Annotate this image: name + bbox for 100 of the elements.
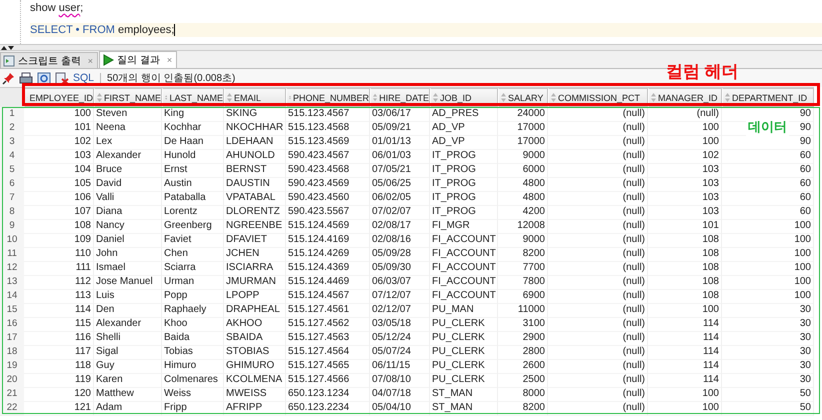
collapse-arrows-icon[interactable]: [1, 45, 15, 50]
table-cell: Alexander: [94, 317, 162, 332]
table-cell: JCHEN: [224, 247, 286, 262]
panel-tab[interactable]: 질의 결과 ×: [99, 51, 178, 68]
table-cell: (null): [548, 359, 648, 374]
table-cell: 02/12/07: [370, 303, 430, 318]
table-cell: 515.127.4561: [286, 303, 370, 318]
table-cell: 03/05/18: [370, 317, 430, 332]
table-cell: 30: [722, 373, 814, 388]
table-cell: Shelli: [94, 331, 162, 346]
table-cell: (null): [548, 219, 648, 234]
sort-icon: [373, 93, 378, 102]
column-label: JOB_ID: [440, 92, 472, 102]
pin-icon[interactable]: [2, 72, 15, 84]
tab-label: 질의 결과: [117, 54, 160, 67]
table-cell: 07/05/21: [370, 163, 430, 178]
table-cell: 118: [24, 359, 94, 374]
column-label: SALARY: [508, 92, 544, 102]
table-cell: PU_CLERK: [430, 345, 498, 360]
table-cell: 100: [648, 135, 722, 150]
table-cell: 60: [722, 163, 814, 178]
table-cell: 104: [24, 163, 94, 178]
column-label: HIRE_DATE: [379, 92, 429, 102]
table-cell: DLORENTZ: [224, 205, 286, 220]
table-cell: Lorentz: [162, 205, 224, 220]
table-cell: 2500: [498, 373, 548, 388]
table-cell: 04/07/18: [370, 387, 430, 402]
table-cell: Weiss: [162, 387, 224, 402]
table-cell: 107: [24, 205, 94, 220]
table-cell: Sciarra: [162, 261, 224, 276]
table-cell: 590.423.5567: [286, 205, 370, 220]
sort-icon: [227, 93, 232, 102]
close-icon[interactable]: ×: [166, 55, 172, 65]
table-cell: 108: [648, 289, 722, 304]
code-text: ;: [80, 1, 84, 15]
script-icon: [3, 54, 15, 66]
table-cell: Guy: [94, 359, 162, 374]
table-cell: AD_VP: [430, 135, 498, 150]
table-cell: Austin: [162, 177, 224, 192]
table-cell: FI_ACCOUNT: [430, 247, 498, 262]
table-cell: 515.127.4566: [286, 373, 370, 388]
table-cell: David: [94, 177, 162, 192]
table-cell: 100: [722, 289, 814, 304]
table-cell: 2600: [498, 359, 548, 374]
table-cell: FI_ACCOUNT: [430, 289, 498, 304]
code-editor[interactable]: show user; SELECT • FROM employees;: [0, 0, 822, 45]
table-cell: 515.124.4369: [286, 261, 370, 276]
delete-icon[interactable]: [55, 72, 69, 84]
refresh-icon[interactable]: [37, 72, 51, 84]
table-cell: 07/12/07: [370, 289, 430, 304]
table-cell: 109: [24, 233, 94, 248]
table-cell: Ernst: [162, 163, 224, 178]
table-cell: Colmenares: [162, 373, 224, 388]
table-cell: ST_MAN: [430, 387, 498, 402]
table-cell: 30: [722, 331, 814, 346]
panel-tab[interactable]: 스크립트 출력 ×: [0, 52, 98, 68]
table-cell: Tobias: [162, 345, 224, 360]
tab-label: 스크립트 출력: [18, 54, 81, 68]
table-cell: 115: [24, 317, 94, 332]
table-cell: 6000: [498, 163, 548, 178]
table-cell: Popp: [162, 289, 224, 304]
table-cell: 3100: [498, 317, 548, 332]
table-cell: 112: [24, 275, 94, 290]
table-cell: 05/12/24: [370, 331, 430, 346]
table-cell: John: [94, 247, 162, 262]
table-cell: (null): [548, 261, 648, 276]
table-cell: FI_ACCOUNT: [430, 261, 498, 276]
text-cursor: [174, 24, 176, 36]
table-cell: 108: [648, 275, 722, 290]
table-cell: 7700: [498, 261, 548, 276]
table-cell: FI_ACCOUNT: [430, 233, 498, 248]
table-cell: 102: [24, 135, 94, 150]
table-cell: 103: [648, 163, 722, 178]
table-cell: Urman: [162, 275, 224, 290]
table-cell: LPOPP: [224, 289, 286, 304]
table-cell: NGREENBE: [224, 219, 286, 234]
sql-link[interactable]: SQL: [73, 72, 94, 84]
table-cell: Alexander: [94, 149, 162, 164]
table-cell: GHIMURO: [224, 359, 286, 374]
table-cell: VPATABAL: [224, 191, 286, 206]
table-cell: 108: [648, 247, 722, 262]
print-icon[interactable]: [19, 72, 33, 84]
play-icon: [102, 54, 114, 66]
table-cell: Daniel: [94, 233, 162, 248]
table-cell: 120: [24, 387, 94, 402]
table-cell: 07/08/10: [370, 373, 430, 388]
table-cell: 100: [648, 303, 722, 318]
table-cell: 4200: [498, 205, 548, 220]
table-cell: 60: [722, 149, 814, 164]
table-cell: 06/02/05: [370, 191, 430, 206]
table-cell: 05/09/30: [370, 261, 430, 276]
table-cell: (null): [548, 121, 648, 136]
sort-icon: [651, 93, 656, 102]
table-cell: Kochhar: [162, 121, 224, 136]
table-cell: (null): [548, 387, 648, 402]
column-label: EMAIL: [234, 92, 262, 102]
table-cell: 30: [722, 359, 814, 374]
table-cell: 06/01/03: [370, 149, 430, 164]
table-cell: SBAIDA: [224, 331, 286, 346]
table-cell: (null): [548, 191, 648, 206]
